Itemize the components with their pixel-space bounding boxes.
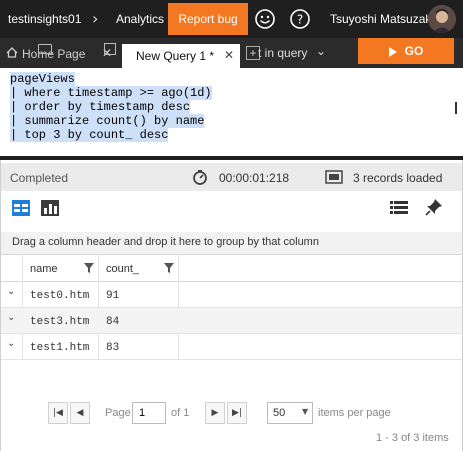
page-size-value: 50 [273,407,286,419]
items-per-page-label: items per page [318,407,391,419]
table-row[interactable]: ⌄ test0.htm 91 [0,282,463,308]
view-toolbar [0,194,463,224]
go-button[interactable]: GO [358,38,454,64]
table-row[interactable]: ⌄ test3.htm 84 [0,308,463,334]
chevron-right-icon: › [92,9,99,28]
page-label: Page [105,407,131,419]
save-icon[interactable] [104,43,116,55]
page-size-select[interactable]: 50 ▼ [267,402,313,424]
chart-view-icon[interactable] [41,200,59,216]
column-header-name[interactable]: name [30,263,58,275]
elapsed-time: 00:00:01:218 [219,171,290,185]
first-page-button[interactable]: |◀ [48,402,68,424]
query-editor[interactable]: pageViews | where timestamp >= ago(1d) |… [0,68,463,156]
tab-home-page[interactable]: Home Page ✕ [0,38,118,68]
svg-text:?: ? [297,13,303,27]
group-drop-area[interactable]: Drag a column header and drop it here to… [0,232,463,254]
status-bar: Completed 00:00:01:218 3 records loaded [0,163,463,191]
records-icon [325,170,343,184]
code-line[interactable]: | where timestamp >= ago(1d) [10,86,212,100]
close-icon[interactable]: ✕ [224,48,234,62]
page-count: of 1 [171,407,190,419]
cell-count: 83 [106,342,120,354]
pin-icon[interactable] [425,198,443,216]
avatar[interactable] [428,5,456,33]
cell-name: test0.htm [30,290,90,302]
records-loaded: 3 records loaded [353,171,443,185]
grid-header: name count_ [0,254,463,282]
code-line[interactable]: | top 3 by count_ desc [10,128,169,142]
tab-query-label: New Query 1 * [136,49,215,63]
cell-count: 84 [106,316,120,328]
stopwatch-icon [193,170,207,185]
expand-icon[interactable]: ⌄ [7,338,15,349]
tab-new-query[interactable]: New Query 1 * ✕ [122,44,240,68]
cell-count: 91 [106,290,120,302]
folder-icon[interactable] [38,44,52,54]
export-label[interactable]: t in query [258,46,307,60]
app-name[interactable]: testinsights01 [8,12,81,26]
items-info: 1 - 3 of 3 items [376,432,449,444]
columns-icon[interactable] [390,200,408,216]
pager: |◀ ◀ Page of 1 ▶ ▶| 50 ▼ items per page [0,398,463,428]
cell-name: test1.htm [30,342,90,354]
page-number-input[interactable] [132,402,166,424]
home-icon [6,47,18,58]
last-page-button[interactable]: ▶| [227,402,247,424]
top-header: testinsights01 › Analytics Report bug ? … [0,0,463,38]
go-label: GO [404,44,424,58]
report-bug-button[interactable]: Report bug [168,3,248,35]
smiley-icon[interactable] [254,8,276,30]
column-header-count[interactable]: count_ [106,263,139,275]
code-line[interactable]: | summarize count() by name [10,114,205,128]
expand-icon[interactable]: ⌄ [7,286,15,297]
filter-icon[interactable] [164,263,174,273]
play-icon [388,46,397,57]
editor-scrollbar[interactable] [455,102,457,114]
table-view-icon[interactable] [12,200,30,216]
chevron-down-icon[interactable]: ⌄ [316,44,326,58]
status-text: Completed [10,171,69,185]
expand-icon[interactable]: ⌄ [7,312,15,323]
prev-page-button[interactable]: ◀ [70,402,90,424]
avatar-image [428,5,456,33]
group-hint-text: Drag a column header and drop it here to… [12,236,319,248]
chevron-down-icon: ▼ [302,407,309,416]
user-name[interactable]: Tsuyoshi Matsuzaki [330,12,434,26]
tab-home-label: Home Page [22,47,86,61]
section-analytics[interactable]: Analytics [116,12,164,26]
divider [0,156,463,160]
help-icon[interactable]: ? [289,8,311,30]
filter-icon[interactable] [84,263,94,273]
cell-name: test3.htm [30,316,90,328]
code-line[interactable]: pageViews [10,72,75,86]
code-line[interactable]: | order by timestamp desc [10,100,191,114]
next-page-button[interactable]: ▶ [205,402,225,424]
table-row[interactable]: ⌄ test1.htm 83 [0,334,463,360]
